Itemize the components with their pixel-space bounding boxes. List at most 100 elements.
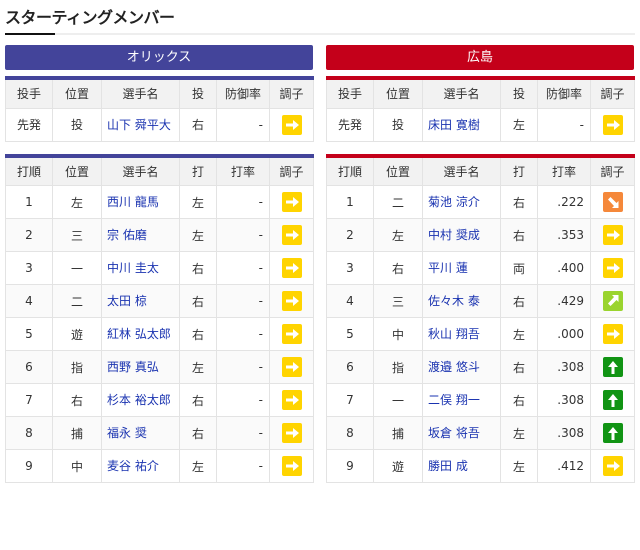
condition-down-arrow-icon: [602, 192, 623, 212]
condition-flat-arrow-icon: [602, 258, 623, 278]
cell-order: 3: [5, 251, 53, 285]
column-header: 位置: [52, 155, 102, 186]
cell-order: 5: [326, 317, 374, 351]
column-header: 調子: [269, 77, 314, 109]
player-name-link[interactable]: 西川 龍馬: [101, 185, 180, 219]
cell-avg: .308: [537, 416, 591, 450]
cell-avg: .308: [537, 350, 591, 384]
batter-row: 7 一二俣 翔一右 .308: [326, 383, 635, 417]
cell-avg: -: [216, 416, 270, 450]
cell-pos: 指: [52, 350, 102, 384]
player-name-link[interactable]: 渡邉 悠斗: [422, 350, 501, 384]
cell-order: 3: [326, 251, 374, 285]
cell-avg: -: [216, 317, 270, 351]
cell-avg: -: [216, 218, 270, 252]
player-name-link[interactable]: 床田 寛樹: [422, 107, 501, 142]
cell-hand: 右: [179, 107, 217, 142]
cell-pos: 左: [373, 218, 423, 252]
pitcher-header-row: 投手 位置 選手名投防御率 調子: [326, 77, 635, 109]
cell-pos: 二: [52, 284, 102, 318]
condition-cell: [269, 284, 314, 318]
player-name-link[interactable]: 中村 奨成: [422, 218, 501, 252]
batter-row: 1 二菊池 涼介右 .222: [326, 185, 635, 219]
cell-pos: 捕: [52, 416, 102, 450]
player-name-link[interactable]: 秋山 翔吾: [422, 317, 501, 351]
column-header: 投: [179, 77, 217, 109]
condition-cell: [269, 350, 314, 384]
cell-role: 先発: [5, 107, 53, 142]
team-panel-orix: オリックス 投手 位置 選手名投防御率 調子 先発投山下 舜平大右 - 打順 位置 選手名打打率調…: [5, 45, 314, 483]
cell-avg: .222: [537, 185, 591, 219]
column-header: 位置: [373, 77, 423, 109]
pitcher-row: 先発投山下 舜平大右 -: [5, 107, 314, 142]
condition-flat-arrow-icon: [281, 390, 302, 410]
player-name-link[interactable]: 勝田 成: [422, 449, 501, 483]
cell-avg: -: [216, 185, 270, 219]
player-name-link[interactable]: 宗 佑磨: [101, 218, 180, 252]
condition-cell: [269, 416, 314, 450]
condition-upright-arrow-icon: [602, 291, 623, 311]
condition-cell: [269, 383, 314, 417]
cell-hand: 左: [500, 107, 538, 142]
batter-row: 8 捕福永 奨右-: [5, 416, 314, 450]
player-name-link[interactable]: 太田 椋: [101, 284, 180, 318]
condition-flat-arrow-icon: [602, 456, 623, 476]
batter-row: 4 三佐々木 泰右 .429: [326, 284, 635, 318]
batter-table: 打順 位置 選手名打打率 調子 1 左西川 龍馬左 -2 三宗 佑磨左 -3 一中川 圭太右 -4 二…: [5, 153, 314, 483]
column-header: 防御率: [216, 77, 270, 109]
condition-cell: [590, 416, 635, 450]
player-name-link[interactable]: 菊池 涼介: [422, 185, 501, 219]
condition-flat-arrow-icon: [281, 114, 302, 135]
condition-cell: [590, 317, 635, 351]
condition-cell: [269, 317, 314, 351]
batter-row: 3 右平川 蓮両 .400: [326, 251, 635, 285]
page-title: スターティングメンバー: [5, 8, 175, 27]
batter-row: 8 捕坂倉 将吾左 .308: [326, 416, 635, 450]
cell-pos: 捕: [373, 416, 423, 450]
player-name-link[interactable]: 西野 真弘: [101, 350, 180, 384]
cell-order: 8: [5, 416, 53, 450]
column-header: 投手: [5, 77, 53, 109]
player-name-link[interactable]: 紅林 弘太郎: [101, 317, 180, 351]
cell-avg: -: [216, 284, 270, 318]
player-name-link[interactable]: 中川 圭太: [101, 251, 180, 285]
cell-hand: 右: [179, 416, 217, 450]
column-header: 打順: [5, 155, 53, 186]
condition-cell: [269, 251, 314, 285]
cell-hand: 右: [179, 383, 217, 417]
batter-header-row: 打順 位置 選手名打打率 調子: [326, 155, 635, 186]
column-header: 選手名: [101, 155, 180, 186]
cell-order: 6: [5, 350, 53, 384]
cell-pos: 三: [373, 284, 423, 318]
cell-order: 2: [5, 218, 53, 252]
player-name-link[interactable]: 杉本 裕太郎: [101, 383, 180, 417]
player-name-link[interactable]: 山下 舜平大: [101, 107, 180, 142]
cell-hand: 右: [500, 284, 538, 318]
player-name-link[interactable]: 平川 蓮: [422, 251, 501, 285]
cell-order: 9: [326, 449, 374, 483]
player-name-link[interactable]: 福永 奨: [101, 416, 180, 450]
column-header: 選手名: [422, 155, 501, 186]
column-header: 投手: [326, 77, 374, 109]
cell-pos: 中: [373, 317, 423, 351]
condition-up-arrow-icon: [602, 390, 623, 410]
cell-avg: .400: [537, 251, 591, 285]
cell-pos: 左: [52, 185, 102, 219]
column-header: 打率: [537, 155, 591, 186]
batter-header-row: 打順 位置 選手名打打率 調子: [5, 155, 314, 186]
player-name-link[interactable]: 佐々木 泰: [422, 284, 501, 318]
cell-order: 2: [326, 218, 374, 252]
pitcher-header-row: 投手 位置 選手名投防御率 調子: [5, 77, 314, 109]
cell-order: 7: [326, 383, 374, 417]
cell-avg: .308: [537, 383, 591, 417]
cell-avg: .412: [537, 449, 591, 483]
batter-row: 5 遊紅林 弘太郎右 -: [5, 317, 314, 351]
cell-pos: 遊: [373, 449, 423, 483]
player-name-link[interactable]: 麦谷 祐介: [101, 449, 180, 483]
cell-pos: 二: [373, 185, 423, 219]
player-name-link[interactable]: 二俣 翔一: [422, 383, 501, 417]
condition-flat-arrow-icon: [602, 114, 623, 135]
condition-flat-arrow-icon: [281, 357, 302, 377]
player-name-link[interactable]: 坂倉 将吾: [422, 416, 501, 450]
column-header: 打: [179, 155, 217, 186]
